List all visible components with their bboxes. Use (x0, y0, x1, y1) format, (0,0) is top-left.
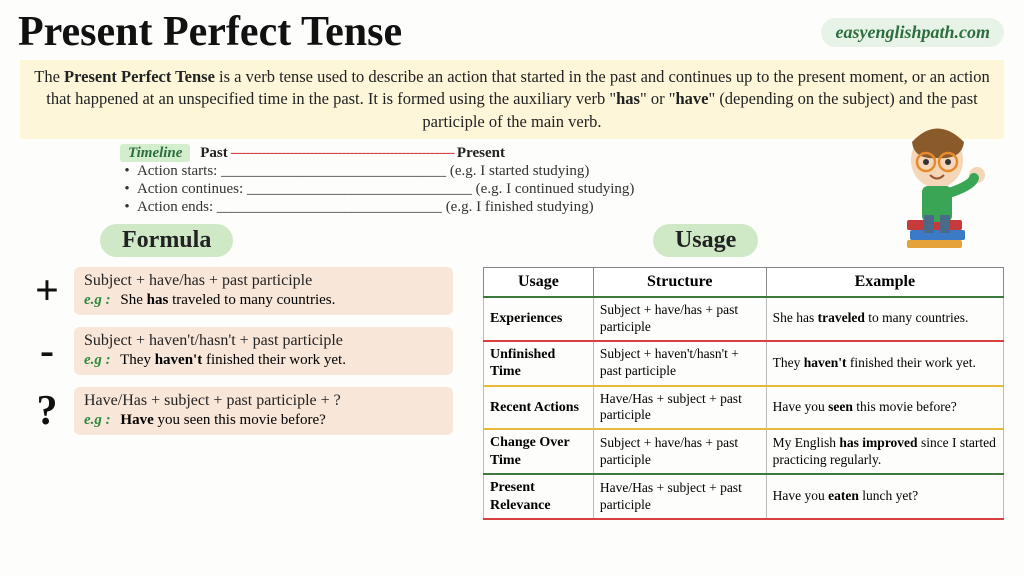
question-icon: ? (20, 387, 74, 435)
table-row: Experiences Subject + have/has + past pa… (483, 297, 1003, 341)
formula-line: Have/Has + subject + past participle + ? (84, 392, 443, 410)
intro-bold: has (616, 89, 640, 108)
usage-name: Change Over Time (483, 429, 593, 474)
timeline-item: Action starts: _________________________… (137, 163, 446, 179)
usage-example: She has traveled to many countries. (766, 297, 1003, 341)
ex-text: She has (773, 310, 818, 325)
usage-name: Recent Actions (483, 386, 593, 430)
intro-bold: have (675, 89, 708, 108)
table-header: Structure (593, 267, 766, 297)
usage-name: Experiences (483, 297, 593, 341)
ex-text: lunch yet? (859, 488, 918, 503)
usage-example: My English has improved since I started … (766, 429, 1003, 474)
ex-bold: haven't (804, 355, 847, 370)
plus-icon: + (20, 267, 74, 315)
ex-text: to many countries. (865, 310, 968, 325)
page-title: Present Perfect Tense (18, 8, 402, 56)
usage-structure: Subject + haven't/hasn't + past particip… (593, 341, 766, 386)
table-row: Recent Actions Have/Has + subject + past… (483, 386, 1003, 430)
table-row: Change Over Time Subject + have/has + pa… (483, 429, 1003, 474)
timeline-eg: (e.g. I continued studying) (472, 181, 634, 197)
ex-text: My English (773, 435, 840, 450)
usage-example: Have you seen this movie before? (766, 386, 1003, 430)
eg-bold: haven't (155, 352, 203, 368)
timeline-past: Past (200, 145, 228, 161)
ex-text: They (773, 355, 804, 370)
usage-structure: Have/Has + subject + past participle (593, 474, 766, 519)
usage-structure: Subject + have/has + past participle (593, 429, 766, 474)
timeline-item: Action continues: ______________________… (137, 181, 472, 197)
formula-question: ? Have/Has + subject + past participle +… (20, 387, 453, 435)
ex-bold: seen (828, 399, 853, 414)
intro-text: " or " (640, 89, 675, 108)
ex-text: finished their work yet. (847, 355, 976, 370)
bullet-icon: • (120, 163, 134, 180)
usage-name: Present Relevance (483, 474, 593, 519)
eg-text: They (120, 352, 155, 368)
table-header: Usage (483, 267, 593, 297)
timeline-present: Present (457, 145, 505, 161)
usage-column: Usage Usage Structure Example Experience… (483, 220, 1004, 521)
timeline-dashes: ----------------------------------------… (228, 145, 457, 161)
intro-paragraph: The Present Perfect Tense is a verb tens… (20, 60, 1004, 139)
table-header: Example (766, 267, 1003, 297)
table-row: Present Relevance Have/Has + subject + p… (483, 474, 1003, 519)
ex-bold: eaten (828, 488, 859, 503)
formula-column: Formula + Subject + have/has + past part… (20, 220, 453, 521)
eg-bold: has (147, 292, 169, 308)
usage-heading: Usage (653, 224, 758, 257)
usage-structure: Subject + have/has + past participle (593, 297, 766, 341)
intro-bold: Present Perfect Tense (64, 67, 215, 86)
eg-bold: Have (120, 412, 153, 428)
ex-bold: has improved (839, 435, 917, 450)
eg-text: you seen this movie before? (154, 412, 326, 428)
eg-text: She (120, 292, 146, 308)
table-row: Unfinished Time Subject + haven't/hasn't… (483, 341, 1003, 386)
eg-label: e.g : (84, 412, 111, 428)
formula-positive: + Subject + have/has + past participle e… (20, 267, 453, 315)
ex-text: this movie before? (853, 399, 957, 414)
formula-heading: Formula (100, 224, 233, 257)
formula-line: Subject + have/has + past participle (84, 272, 443, 290)
eg-text: finished their work yet. (202, 352, 346, 368)
bullet-icon: • (120, 181, 134, 198)
ex-text: Have you (773, 399, 828, 414)
timeline-label: Timeline (120, 144, 190, 162)
timeline-eg: (e.g. I started studying) (446, 163, 589, 179)
site-watermark: easyenglishpath.com (821, 18, 1004, 47)
ex-text: Have you (773, 488, 828, 503)
eg-text: traveled to many countries. (168, 292, 335, 308)
usage-example: Have you eaten lunch yet? (766, 474, 1003, 519)
minus-icon: - (20, 327, 74, 375)
timeline-eg: (e.g. I finished studying) (442, 199, 594, 215)
formula-line: Subject + haven't/hasn't + past particip… (84, 332, 443, 350)
usage-table: Usage Structure Example Experiences Subj… (483, 267, 1004, 521)
timeline-item: Action ends: ___________________________… (137, 199, 442, 215)
bullet-icon: • (120, 199, 134, 216)
ex-bold: traveled (818, 310, 865, 325)
usage-structure: Have/Has + subject + past participle (593, 386, 766, 430)
eg-label: e.g : (84, 292, 111, 308)
usage-example: They haven't finished their work yet. (766, 341, 1003, 386)
formula-negative: - Subject + haven't/hasn't + past partic… (20, 327, 453, 375)
usage-name: Unfinished Time (483, 341, 593, 386)
intro-text: The (34, 67, 64, 86)
eg-label: e.g : (84, 352, 111, 368)
